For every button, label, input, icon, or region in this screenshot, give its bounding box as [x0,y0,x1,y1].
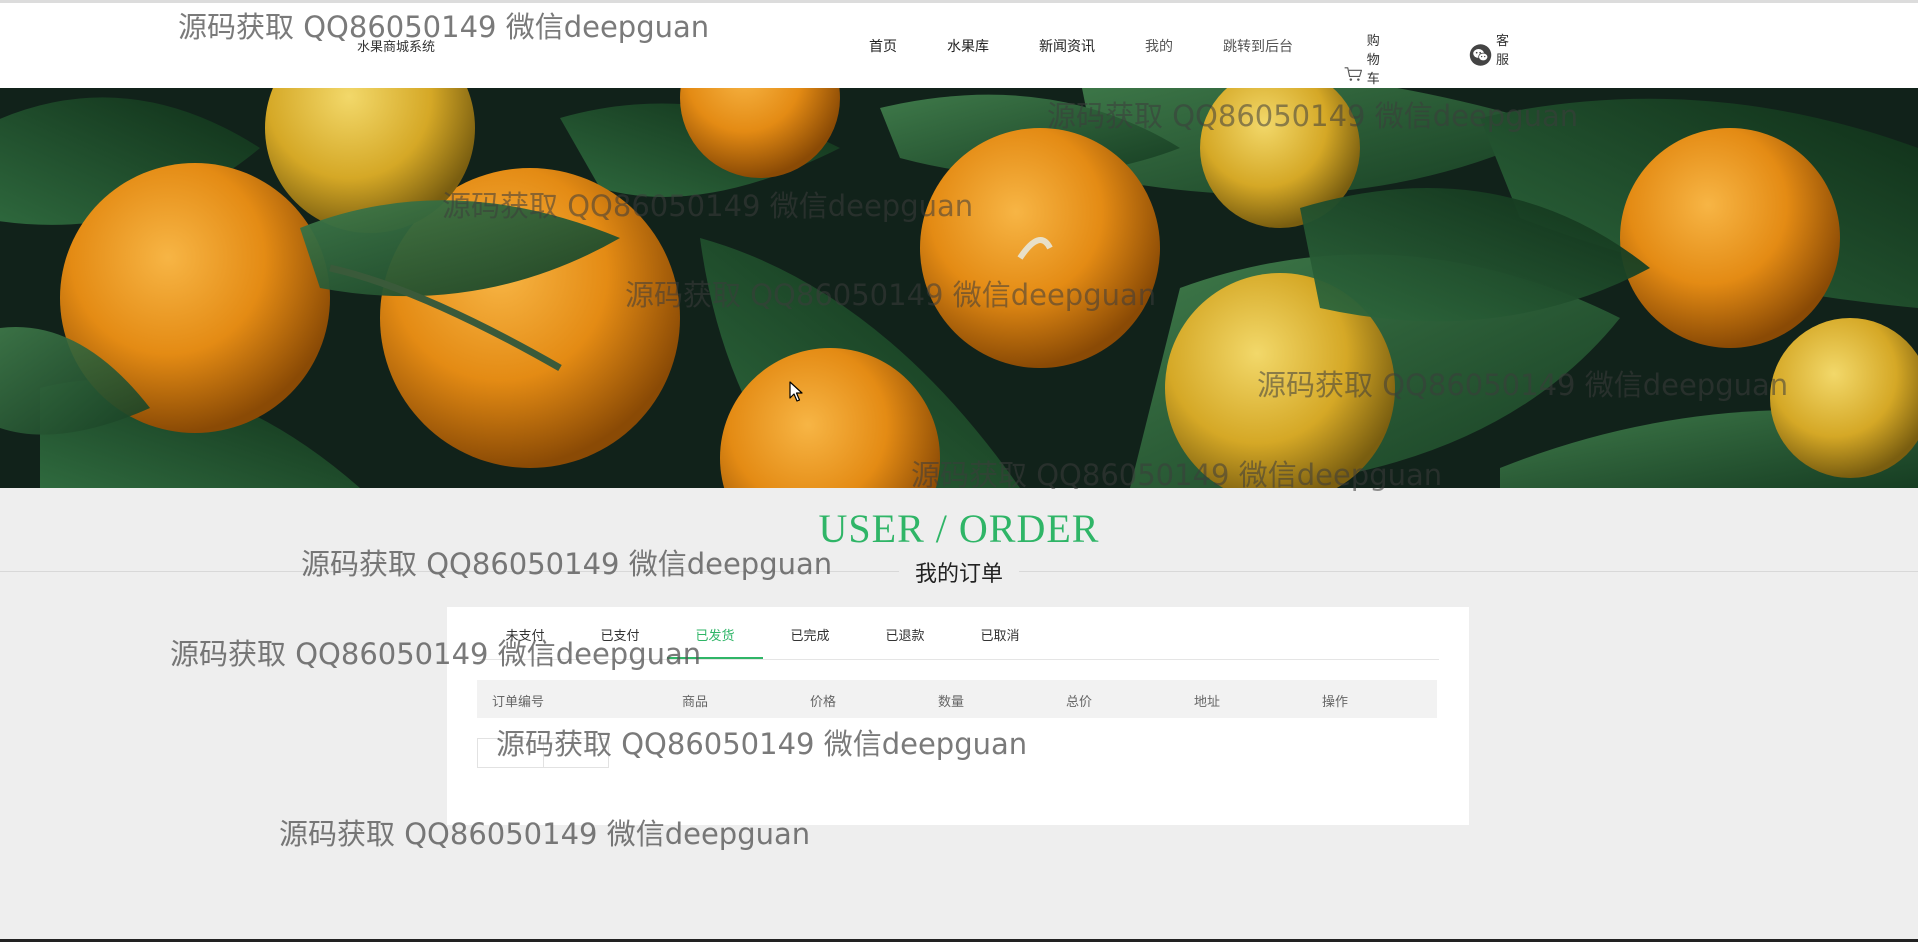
nav-cart-label: 购物车 [1366,34,1380,87]
order-table-header: 订单编号 商品 价格 数量 总价 地址 操作 [477,680,1437,718]
column-actions: 操作 [1322,695,1349,710]
nav-home[interactable]: 首页 [869,36,897,56]
shopping-cart-icon [1344,67,1363,81]
tab-shipped[interactable]: 已发货 [667,630,763,659]
order-tabs: 未支付 已支付 已发货 已完成 已退款 已取消 [477,607,1439,660]
nav-news[interactable]: 新闻资讯 [1039,36,1095,56]
site-title: 水果商城系统 [357,40,436,55]
nav-mine[interactable]: 我的 [1145,36,1173,56]
column-address: 地址 [1194,695,1221,710]
tab-completed[interactable]: 已完成 [762,630,858,659]
nav-service[interactable]: 客服 [1469,30,1516,69]
pagination-prev-button[interactable] [478,739,544,767]
wechat-icon [1469,44,1492,66]
nav-service-label: 客服 [1496,34,1510,68]
section-title-cn: 我的订单 [899,556,1019,588]
pagination-next-button[interactable] [544,739,609,767]
nav-backend[interactable]: 跳转到后台 [1223,36,1293,56]
column-quantity: 数量 [938,695,965,710]
tab-paid[interactable]: 已支付 [572,630,668,659]
banner-image [0,88,1918,488]
mouse-cursor-icon [789,381,803,402]
column-product: 商品 [682,695,709,710]
column-total: 总价 [1066,695,1093,710]
tab-refunded[interactable]: 已退款 [857,630,953,659]
order-panel: 未支付 已支付 已发货 已完成 已退款 已取消 订单编号 商品 价格 数量 总价… [447,607,1469,825]
tab-unpaid[interactable]: 未支付 [477,630,573,659]
pagination [477,738,609,768]
section-title-en: USER / ORDER [818,506,1100,551]
column-price: 价格 [810,695,837,710]
tab-cancelled[interactable]: 已取消 [952,630,1048,659]
nav-fruit-library[interactable]: 水果库 [947,36,989,56]
nav-cart[interactable]: 购物车 [1344,30,1391,88]
column-order-number: 订单编号 [492,695,545,710]
top-navbar: 水果商城系统 首页 水果库 新闻资讯 我的 跳转到后台 购物车 客服 [0,0,1918,88]
